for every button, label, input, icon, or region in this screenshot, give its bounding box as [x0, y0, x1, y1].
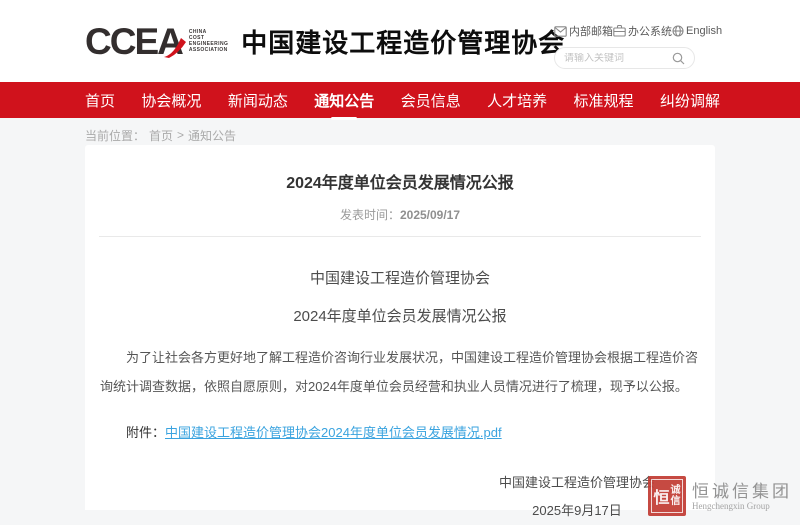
ccea-logo[interactable]: CCEA CHINA COST ENGINEERING ASSOCIATION	[85, 23, 228, 60]
article-publish-time: 发表时间：2025/09/17	[85, 206, 715, 223]
nav-item-notices[interactable]: 通知公告	[314, 84, 374, 117]
article-title: 2024年度单位会员发展情况公报	[85, 169, 715, 193]
site-title: 中国建设工程造价管理协会	[241, 23, 565, 60]
article-heading-line2: 2024年度单位会员发展情况公报	[85, 305, 715, 326]
nav-item-home[interactable]: 首页	[85, 84, 115, 117]
breadcrumb-separator: >	[177, 128, 184, 142]
globe-icon	[672, 25, 684, 37]
signature-name: 中国建设工程造价管理协会	[499, 469, 655, 497]
mail-icon	[554, 26, 567, 37]
breadcrumb-home[interactable]: 首页	[149, 127, 173, 144]
breadcrumb-current[interactable]: 通知公告	[188, 127, 236, 144]
nav-item-members[interactable]: 会员信息	[401, 84, 461, 117]
hengchengxin-watermark: 恒 诚 信 恒诚信集团 Hengchengxin Group	[648, 476, 792, 516]
nav-item-mediation[interactable]: 纠纷调解	[660, 84, 720, 117]
search-box	[554, 47, 695, 69]
office-icon	[613, 25, 626, 37]
utility-link-english[interactable]: English	[672, 25, 722, 37]
nav-item-about[interactable]: 协会概况	[141, 84, 201, 117]
search-input[interactable]	[564, 53, 672, 64]
hengchengxin-seal-icon: 恒 诚 信	[648, 476, 686, 516]
signature-date: 2025年9月17日	[499, 497, 655, 525]
watermark-name-en: Hengchengxin Group	[692, 501, 792, 511]
title-divider	[99, 236, 701, 237]
article-heading-line1: 中国建设工程造价管理协会	[85, 267, 715, 288]
attachment-label: 附件：	[126, 425, 165, 440]
attachment-pdf-link[interactable]: 中国建设工程造价管理协会2024年度单位会员发展情况.pdf	[165, 425, 502, 440]
utility-links: 内部邮箱 办公系统 English	[554, 23, 695, 39]
ccea-logo-subtext: CHINA COST ENGINEERING ASSOCIATION	[189, 29, 228, 53]
attachment-row: 附件：中国建设工程造价管理协会2024年度单位会员发展情况.pdf	[100, 422, 700, 441]
ccea-logo-text: CCEA	[85, 23, 182, 60]
article-paragraph: 为了让社会各方更好地了解工程造价咨询行业发展状况，中国建设工程造价管理协会根据工…	[100, 343, 700, 401]
nav-item-standards[interactable]: 标准规程	[574, 84, 634, 117]
article-signature: 中国建设工程造价管理协会 2025年9月17日	[85, 469, 715, 525]
site-header: CCEA CHINA COST ENGINEERING ASSOCIATION …	[0, 0, 800, 82]
main-nav: 首页 协会概况 新闻动态 通知公告 会员信息 人才培养 标准规程 纠纷调解	[0, 82, 800, 118]
search-icon[interactable]	[672, 52, 685, 65]
breadcrumb: 当前位置： 首页 > 通知公告	[85, 126, 800, 144]
breadcrumb-prefix: 当前位置：	[85, 127, 145, 144]
utility-link-office[interactable]: 办公系统	[613, 23, 672, 39]
publish-label: 发表时间：	[340, 208, 400, 222]
utility-link-mail[interactable]: 内部邮箱	[554, 23, 613, 39]
article-card: 2024年度单位会员发展情况公报 发表时间：2025/09/17 中国建设工程造…	[85, 145, 715, 510]
nav-item-training[interactable]: 人才培养	[487, 84, 547, 117]
publish-date: 2025/09/17	[400, 208, 460, 222]
main-nav-items: 首页 协会概况 新闻动态 通知公告 会员信息 人才培养 标准规程 纠纷调解	[85, 84, 720, 117]
header-utilities: 内部邮箱 办公系统 English	[554, 23, 695, 69]
watermark-name-cn: 恒诚信集团	[692, 482, 792, 501]
nav-item-news[interactable]: 新闻动态	[228, 84, 288, 117]
logo-red-swoosh-icon	[163, 36, 187, 60]
